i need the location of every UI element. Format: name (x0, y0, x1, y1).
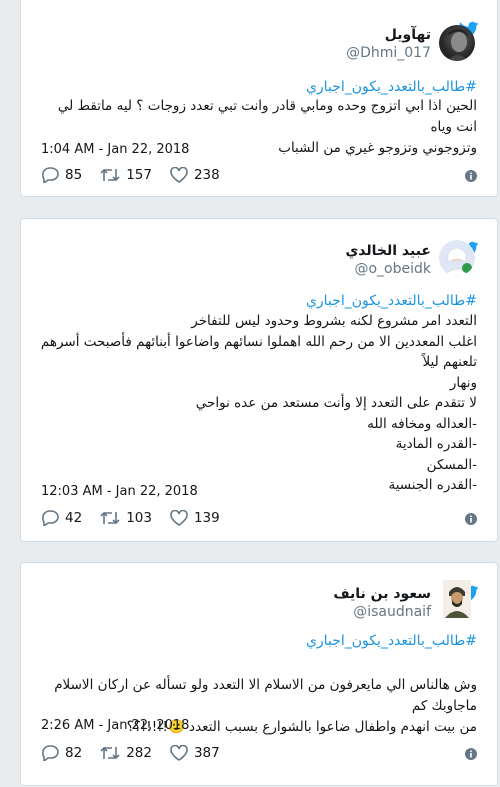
retweet-button[interactable]: 103 (100, 510, 152, 526)
retweet-icon (100, 511, 120, 525)
hashtag-link[interactable]: #طالب_بالتعدد_يكون_اجباري (306, 633, 477, 649)
tweet-text: التعدد امر مشروع لكنه بشروط وحدود ليس لل… (39, 311, 477, 496)
like-count: 139 (193, 510, 220, 526)
tweet-text-line: ونهار (449, 374, 477, 391)
avatar[interactable] (439, 240, 475, 276)
info-icon[interactable] (465, 170, 477, 182)
heart-icon (170, 167, 188, 183)
reply-count: 82 (65, 745, 83, 761)
tweet-actions: 82 282 387 (41, 743, 238, 763)
like-count: 238 (193, 167, 220, 183)
like-button[interactable]: 387 (170, 745, 220, 761)
hashtag-link[interactable]: #طالب_بالتعدد_يكون_اجباري (306, 79, 477, 95)
tweet-text-line: -القدره المادية (395, 436, 477, 452)
reply-button[interactable]: 42 (41, 510, 82, 526)
retweet-button[interactable]: 282 (100, 745, 152, 761)
tweet-actions: 85 157 238 (41, 165, 238, 185)
user-handle[interactable]: @o_obeidk (354, 261, 431, 277)
display-name[interactable]: عبيد الخالدي (345, 243, 431, 259)
tweet-text-line: الحين اذا ابي اتزوج وحده ومابي قادر وانت… (57, 98, 477, 135)
reply-icon (42, 167, 59, 183)
retweet-count: 103 (126, 510, 152, 526)
tweet-text-line: التعدد امر مشروع لكنه بشروط وحدود ليس لل… (191, 313, 477, 329)
heart-icon (170, 745, 188, 761)
info-icon[interactable] (465, 513, 477, 525)
reply-button[interactable]: 82 (41, 745, 82, 761)
timestamp[interactable]: 1:04 AM - Jan 22, 2018 (41, 142, 189, 157)
avatar[interactable] (439, 25, 475, 61)
reply-count: 42 (65, 510, 83, 526)
reply-icon (42, 745, 59, 761)
like-count: 387 (193, 745, 220, 761)
user-handle[interactable]: @isaudnaif (353, 604, 431, 620)
tweet-card[interactable]: عبيد الخالدي @o_obeidk #طالب_بالتعدد_يكو… (20, 218, 498, 542)
tweet-text-line: وش هالناس الي مايعرفون من الاسلام الا ال… (54, 677, 477, 714)
display-name[interactable]: تهآويل (385, 27, 431, 43)
tweet-text-line: اغلب المعددين الا من رحم الله اهملوا نسا… (40, 333, 477, 371)
timestamp[interactable]: 2:26 AM - Jan 22, 2018 (41, 718, 189, 733)
user-handle[interactable]: @Dhmi_017 (346, 45, 431, 61)
tweet-actions: 42 103 139 (41, 508, 238, 528)
heart-icon (170, 510, 188, 526)
retweet-count: 157 (126, 167, 152, 183)
tweet-card[interactable]: تهآويل @Dhmi_017 #طالب_بالتعدد_يكون_اجبا… (20, 0, 498, 197)
tweet-text-line: -المسكن (426, 456, 477, 473)
hashtag-link[interactable]: #طالب_بالتعدد_يكون_اجباري (306, 293, 477, 309)
info-icon[interactable] (465, 748, 477, 760)
like-button[interactable]: 139 (170, 510, 220, 526)
reply-icon (42, 510, 59, 526)
tweet-card[interactable]: سعود بن نايف @isaudnaif #طالب_بالتعدد_يك… (20, 562, 498, 786)
reply-button[interactable]: 85 (41, 167, 82, 183)
timestamp[interactable]: 12:03 AM - Jan 22, 2018 (41, 484, 198, 499)
display-name[interactable]: سعود بن نايف (333, 586, 431, 602)
retweet-icon (100, 746, 120, 760)
retweet-count: 282 (126, 745, 152, 761)
retweet-icon (100, 168, 120, 182)
avatar[interactable] (443, 580, 471, 618)
like-button[interactable]: 238 (170, 167, 220, 183)
tweet-text-line: لا تتقدم على التعدد إلا وأنت مستعد من عد… (195, 395, 477, 411)
retweet-button[interactable]: 157 (100, 167, 152, 183)
reply-count: 85 (65, 167, 83, 183)
tweet-text-line: -العداله ومخافه الله (367, 415, 477, 432)
